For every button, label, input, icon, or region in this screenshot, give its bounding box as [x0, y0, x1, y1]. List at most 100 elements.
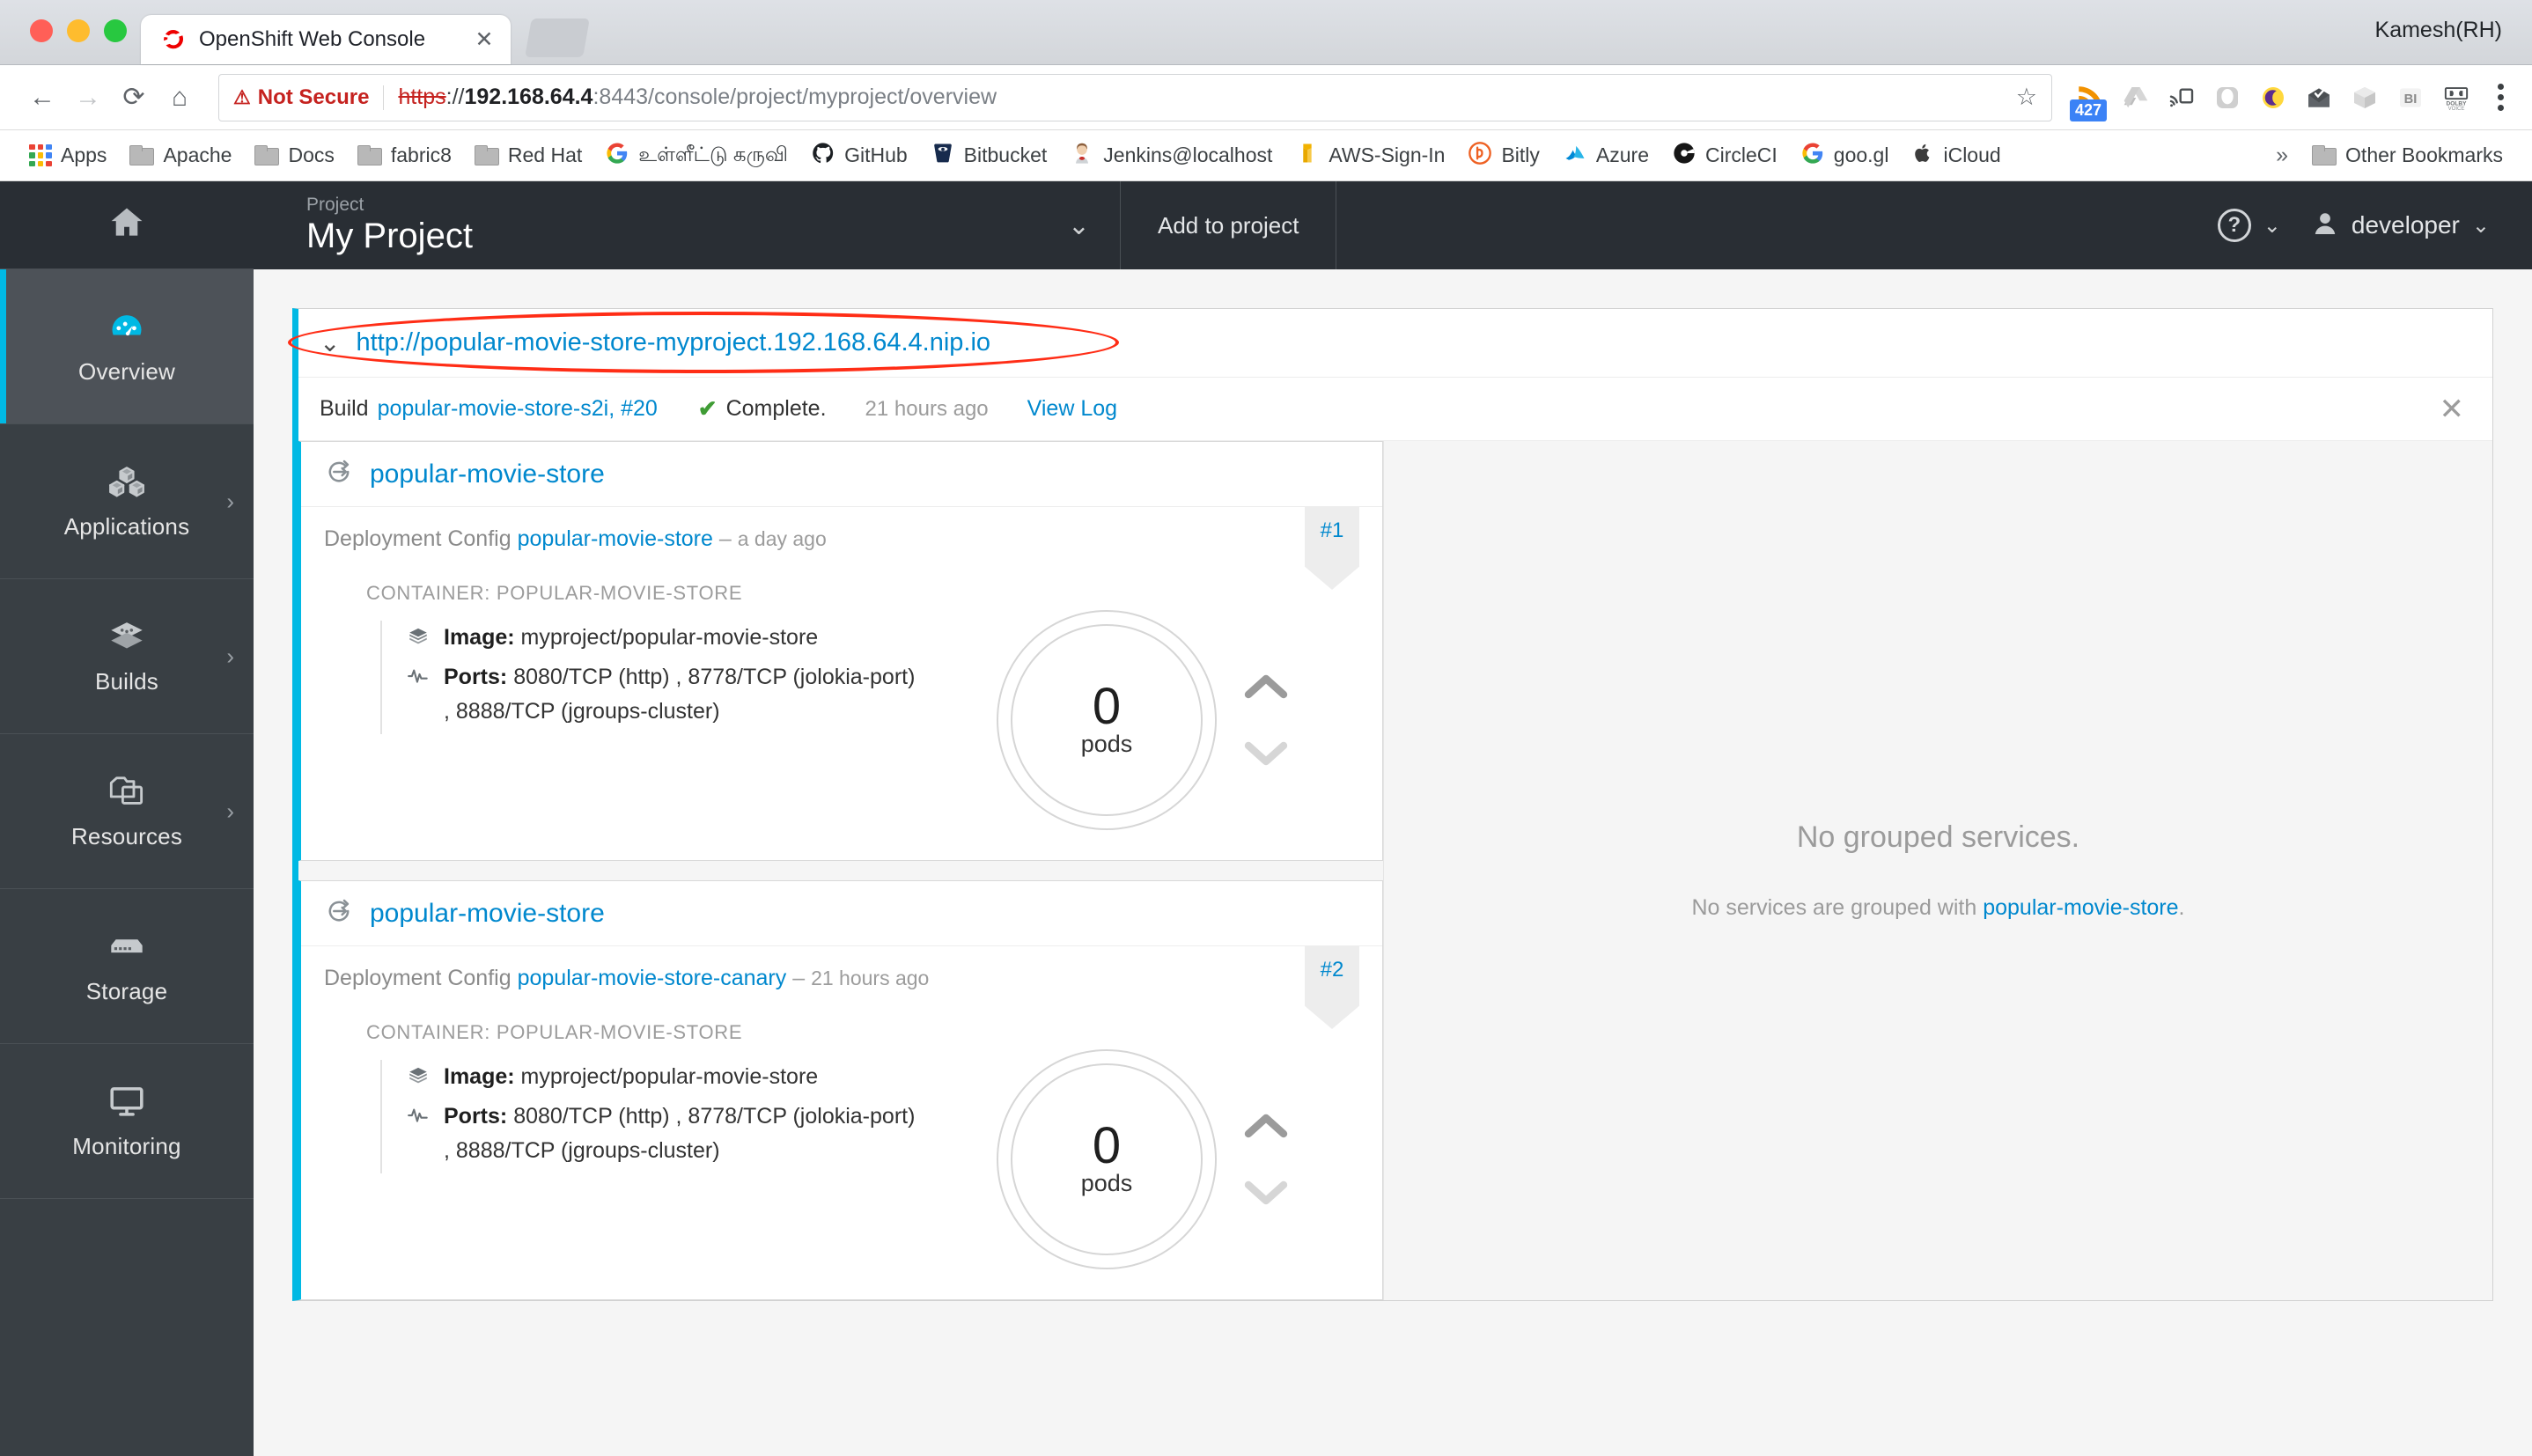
scale-up-icon[interactable] — [1243, 1111, 1289, 1141]
maximize-window-button[interactable] — [104, 19, 127, 42]
chevron-down-icon[interactable]: ⌄ — [320, 328, 340, 357]
build-status: ✔ Complete. — [698, 395, 827, 423]
pod-donut[interactable]: 0 pods — [997, 1049, 1217, 1269]
box-icon[interactable] — [2348, 81, 2381, 114]
bookmark-red-hat[interactable]: Red Hat — [465, 138, 592, 173]
night-mode-icon[interactable] — [2256, 81, 2290, 114]
folder-icon — [2312, 145, 2337, 165]
browser-tab[interactable]: OpenShift Web Console ✕ — [141, 15, 511, 64]
new-tab-button[interactable] — [525, 18, 590, 57]
sidebar-item-builds[interactable]: Builds › — [0, 579, 254, 734]
scale-down-icon[interactable] — [1243, 1178, 1289, 1208]
bookmark-other-bookmarks[interactable]: Other Bookmarks — [2302, 138, 2513, 173]
bookmark-label: Apache — [163, 143, 232, 166]
close-icon[interactable]: ✕ — [2433, 394, 2472, 424]
scale-up-icon[interactable] — [1243, 672, 1289, 702]
add-to-project-button[interactable]: Add to project — [1121, 181, 1337, 269]
cast-icon[interactable] — [2165, 81, 2198, 114]
google-drive-icon[interactable] — [2119, 81, 2153, 114]
help-menu[interactable]: ? ⌄ — [2217, 209, 2281, 242]
ports-detail-text: Ports: 8080/TCP (http) , 8778/TCP (jolok… — [444, 1099, 926, 1168]
project-selector[interactable]: Project My Project ⌄ — [254, 181, 1121, 269]
back-button[interactable]: ← — [19, 75, 65, 121]
chrome-menu-button[interactable] — [2485, 84, 2513, 111]
minimize-window-button[interactable] — [67, 19, 90, 42]
bookmark-jenkins[interactable]: Jenkins@localhost — [1060, 136, 1282, 176]
view-log-link[interactable]: View Log — [1027, 396, 1117, 422]
url-scheme: https — [398, 85, 446, 109]
window-user-label: Kamesh(RH) — [2374, 18, 2502, 42]
bookmark-apps[interactable]: Apps — [19, 138, 116, 173]
chevron-down-icon[interactable]: ⌄ — [1068, 210, 1090, 241]
deployment-title-link[interactable]: popular-movie-store — [370, 899, 605, 929]
image-value: myproject/popular-movie-store — [520, 625, 819, 650]
chevron-down-icon: ⌄ — [2263, 213, 2281, 238]
bookmark-tamil-tool[interactable]: உள்ளீட்டு கருவி — [595, 136, 798, 176]
bookmark-bitbucket[interactable]: Bitbucket — [921, 136, 1057, 176]
bookmark-label: Bitbucket — [963, 143, 1048, 166]
bookmarks-overflow-icon[interactable]: » — [2265, 143, 2299, 168]
grouped-service-link[interactable]: popular-movie-store — [1983, 895, 2178, 920]
pocket-icon[interactable] — [2211, 81, 2244, 114]
deployment-config-label: Deployment Config — [324, 526, 512, 551]
bookmark-fabric8[interactable]: fabric8 — [348, 138, 461, 173]
sidebar-item-resources[interactable]: Resources › — [0, 734, 254, 889]
ports-value: 8080/TCP (http) , 8778/TCP (jolokia-port… — [444, 665, 916, 724]
image-detail: Image: myproject/popular-movie-store — [405, 621, 926, 655]
help-icon: ? — [2217, 209, 2251, 242]
bookmark-icloud[interactable]: iCloud — [1902, 136, 2010, 175]
no-grouped-services-subtitle: No services are grouped with popular-mov… — [1692, 895, 2185, 921]
overview-body: popular-movie-store #1 Deployment Config… — [298, 441, 2492, 1300]
sidebar-item-label: Storage — [85, 978, 168, 1004]
folder-icon — [254, 145, 280, 165]
sidebar-item-applications[interactable]: Applications › — [0, 424, 254, 579]
user-menu[interactable]: developer ⌄ — [2311, 210, 2490, 242]
folder-icon — [357, 145, 382, 165]
reload-button[interactable]: ⟳ — [111, 75, 157, 121]
address-bar[interactable]: ⚠ Not Secure https://192.168.64.4:8443/c… — [218, 73, 2052, 121]
close-window-button[interactable] — [30, 19, 53, 42]
home-button[interactable]: ⌂ — [157, 75, 202, 121]
bookmark-aws-sign-in[interactable]: AWS-Sign-In — [1285, 136, 1454, 176]
tab-close-icon[interactable]: ✕ — [470, 26, 498, 53]
bookmark-apache[interactable]: Apache — [120, 138, 241, 173]
deployment-config-link[interactable]: popular-movie-store-canary — [518, 966, 787, 990]
pod-donut[interactable]: 0 pods — [997, 610, 1217, 830]
svg-text:BI: BI — [2404, 92, 2418, 107]
scale-down-icon[interactable] — [1243, 739, 1289, 768]
bookmark-bitly[interactable]: Bitly — [1458, 136, 1549, 176]
folder-icon — [474, 145, 499, 165]
sidebar-item-overview[interactable]: Overview — [0, 269, 254, 424]
deployment-title-link[interactable]: popular-movie-store — [370, 460, 605, 489]
image-label: Image: — [444, 625, 515, 650]
bookmark-docs[interactable]: Docs — [245, 138, 343, 173]
sidebar-item-monitoring[interactable]: Monitoring — [0, 1044, 254, 1199]
bookmark-azure[interactable]: Azure — [1553, 136, 1659, 176]
rss-feed-icon[interactable]: 427 — [2070, 81, 2108, 121]
ports-pulse-icon — [405, 1099, 431, 1124]
image-value: myproject/popular-movie-store — [520, 1064, 819, 1089]
user-name-label: developer — [2351, 211, 2460, 239]
bookmark-googl[interactable]: goo.gl — [1791, 136, 1899, 176]
forward-button[interactable]: → — [65, 75, 111, 121]
container-label: CONTAINER: POPULAR-MOVIE-STORE — [366, 1021, 743, 1043]
deployment-column: popular-movie-store #1 Deployment Config… — [298, 441, 1383, 1300]
bookmark-github[interactable]: GitHub — [801, 136, 917, 176]
bookmark-circleci[interactable]: CircleCI — [1662, 136, 1787, 176]
dolby-voice-icon[interactable]: DOLBY VOICE — [2440, 81, 2473, 114]
route-row[interactable]: ⌄ http://popular-movie-store-myproject.1… — [288, 309, 2492, 378]
pod-unit-label: pods — [1080, 731, 1133, 758]
route-url-link[interactable]: http://popular-movie-store-myproject.192… — [356, 328, 990, 357]
deployment-config-link[interactable]: popular-movie-store — [518, 526, 713, 551]
mail-check-icon[interactable] — [2302, 81, 2336, 114]
sidebar-item-home[interactable] — [0, 181, 254, 269]
sidebar-item-storage[interactable]: Storage — [0, 889, 254, 1044]
bookmark-star-icon[interactable]: ☆ — [2002, 84, 2037, 111]
bookmark-label: Other Bookmarks — [2345, 143, 2503, 166]
main-region: Project My Project ⌄ Add to project ? ⌄ — [254, 181, 2532, 1456]
build-name-link[interactable]: popular-movie-store-s2i, #20 — [378, 396, 658, 422]
build-status-row: Build popular-movie-store-s2i, #20 ✔ Com… — [298, 378, 2492, 441]
bluejeans-icon[interactable]: BI — [2394, 81, 2427, 114]
deployment-config-label: Deployment Config — [324, 966, 512, 990]
security-status[interactable]: ⚠ Not Secure — [233, 85, 385, 110]
